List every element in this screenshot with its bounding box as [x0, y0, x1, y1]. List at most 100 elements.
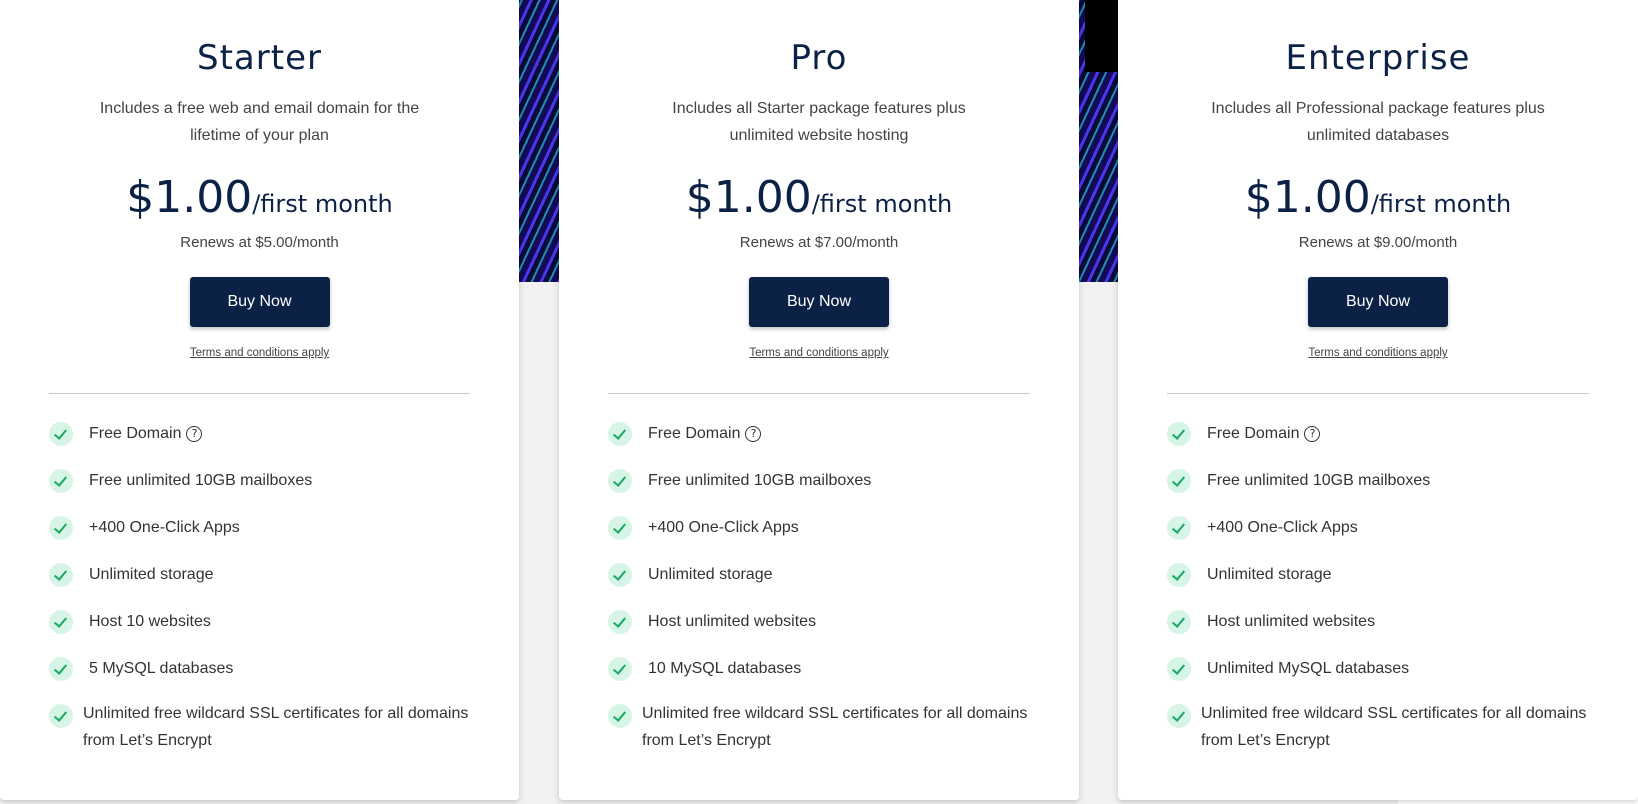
feature-item: +400 One-Click Apps [49, 516, 479, 563]
price: $1.00/first month [0, 172, 519, 223]
buy-now-button[interactable]: Buy Now [749, 277, 889, 327]
buy-now-button[interactable]: Buy Now [1308, 277, 1448, 327]
feature-text: Free unlimited 10GB mailboxes [648, 472, 872, 489]
feature-item: Free unlimited 10GB mailboxes [49, 469, 479, 516]
feature-item: Free Domain? [1167, 422, 1598, 469]
renewal-price: Renews at $5.00/month [180, 234, 339, 251]
check-circle-icon [1167, 422, 1191, 446]
check-circle-icon [49, 516, 73, 540]
feature-item: +400 One-Click Apps [1167, 516, 1598, 563]
feature-item: Unlimited MySQL databases [1167, 657, 1598, 704]
price-amount: $1.00 [685, 172, 812, 223]
plan-card-enterprise: Enterprise Includes all Professional pac… [1118, 0, 1638, 800]
price-period: /first month [252, 190, 393, 218]
feature-text: Host unlimited websites [1207, 613, 1376, 630]
check-circle-icon [49, 563, 73, 587]
feature-list: Free Domain? Free unlimited 10GB mailbox… [608, 422, 1039, 754]
feature-item: Free unlimited 10GB mailboxes [608, 469, 1039, 516]
divider [1167, 393, 1589, 394]
feature-text: +400 One-Click Apps [1207, 519, 1358, 536]
feature-text: +400 One-Click Apps [648, 519, 799, 536]
feature-item: Unlimited storage [1167, 563, 1598, 610]
check-circle-icon [49, 704, 73, 728]
check-circle-icon [1167, 610, 1191, 634]
feature-text: Free unlimited 10GB mailboxes [1207, 472, 1431, 489]
feature-text: Unlimited MySQL databases [1207, 660, 1410, 677]
price: $1.00/first month [559, 172, 1079, 223]
check-circle-icon [608, 563, 632, 587]
feature-text: 10 MySQL databases [648, 660, 802, 677]
check-circle-icon [608, 610, 632, 634]
renewal-price: Renews at $7.00/month [739, 234, 899, 251]
feature-text: Unlimited free wildcard SSL certificates… [1201, 705, 1587, 749]
feature-text: Unlimited storage [648, 566, 773, 583]
buy-now-button[interactable]: Buy Now [189, 277, 330, 327]
check-circle-icon [1167, 704, 1191, 728]
check-circle-icon [608, 657, 632, 681]
terms-link[interactable]: Terms and conditions apply [1118, 347, 1638, 359]
feature-text: Unlimited storage [1207, 566, 1332, 583]
feature-item: Unlimited free wildcard SSL certificates… [1167, 704, 1598, 754]
check-circle-icon [608, 422, 632, 446]
plan-name: Enterprise [1285, 38, 1471, 78]
check-circle-icon [1167, 563, 1191, 587]
check-circle-icon [1167, 657, 1191, 681]
feature-item: 10 MySQL databases [608, 657, 1039, 704]
check-circle-icon [49, 469, 73, 493]
price: $1.00/first month [1118, 172, 1638, 223]
divider [49, 393, 470, 394]
question-circle-icon[interactable]: ? [186, 426, 203, 442]
feature-list: Free Domain? Free unlimited 10GB mailbox… [49, 422, 479, 754]
plan-card-starter: Starter Includes a free web and email do… [0, 0, 519, 800]
plan-name: Pro [790, 38, 848, 78]
plan-name: Starter [197, 38, 322, 78]
feature-text: Unlimited free wildcard SSL certificates… [642, 705, 1028, 749]
feature-item: +400 One-Click Apps [608, 516, 1039, 563]
price-amount: $1.00 [1244, 172, 1371, 223]
feature-text: Free Domain [1207, 425, 1300, 442]
feature-text: Unlimited storage [89, 566, 214, 583]
price-amount: $1.00 [126, 172, 253, 223]
feature-item: Free Domain? [49, 422, 479, 469]
check-circle-icon [608, 469, 632, 493]
feature-item: Free Domain? [608, 422, 1039, 469]
feature-list: Free Domain? Free unlimited 10GB mailbox… [1167, 422, 1598, 754]
check-circle-icon [1167, 469, 1191, 493]
feature-item: Unlimited storage [608, 563, 1039, 610]
feature-text: Host unlimited websites [648, 613, 817, 630]
feature-item: Free unlimited 10GB mailboxes [1167, 469, 1598, 516]
check-circle-icon [49, 610, 73, 634]
feature-item: 5 MySQL databases [49, 657, 479, 704]
check-circle-icon [49, 657, 73, 681]
feature-item: Unlimited storage [49, 563, 479, 610]
feature-text: 5 MySQL databases [89, 660, 234, 677]
feature-text: Free unlimited 10GB mailboxes [89, 472, 313, 489]
question-circle-icon[interactable]: ? [1304, 426, 1321, 442]
pricing-cards: Starter Includes a free web and email do… [0, 0, 1638, 804]
feature-text: Host 10 websites [89, 613, 211, 630]
feature-text: Unlimited free wildcard SSL certificates… [83, 705, 469, 749]
feature-item: Unlimited free wildcard SSL certificates… [49, 704, 479, 754]
check-circle-icon [49, 422, 73, 446]
feature-item: Unlimited free wildcard SSL certificates… [608, 704, 1039, 754]
feature-text: Free Domain [89, 425, 182, 442]
feature-text: Free Domain [648, 425, 741, 442]
plan-description: Includes a free web and email domain for… [99, 100, 420, 144]
price-period: /first month [1370, 190, 1512, 218]
check-circle-icon [608, 516, 632, 540]
plan-card-pro: Pro Includes all Starter package feature… [559, 0, 1079, 800]
plan-description: Includes all Professional package featur… [1211, 100, 1545, 144]
feature-item: Host unlimited websites [1167, 610, 1598, 657]
terms-link[interactable]: Terms and conditions apply [559, 347, 1079, 359]
feature-item: Host unlimited websites [608, 610, 1039, 657]
renewal-price: Renews at $9.00/month [1298, 234, 1458, 251]
terms-link[interactable]: Terms and conditions apply [0, 347, 519, 359]
divider [608, 393, 1030, 394]
feature-text: +400 One-Click Apps [89, 519, 240, 536]
question-circle-icon[interactable]: ? [745, 426, 762, 442]
feature-item: Host 10 websites [49, 610, 479, 657]
plan-description: Includes all Starter package features pl… [672, 100, 966, 144]
check-circle-icon [608, 704, 632, 728]
check-circle-icon [1167, 516, 1191, 540]
price-period: /first month [811, 190, 953, 218]
